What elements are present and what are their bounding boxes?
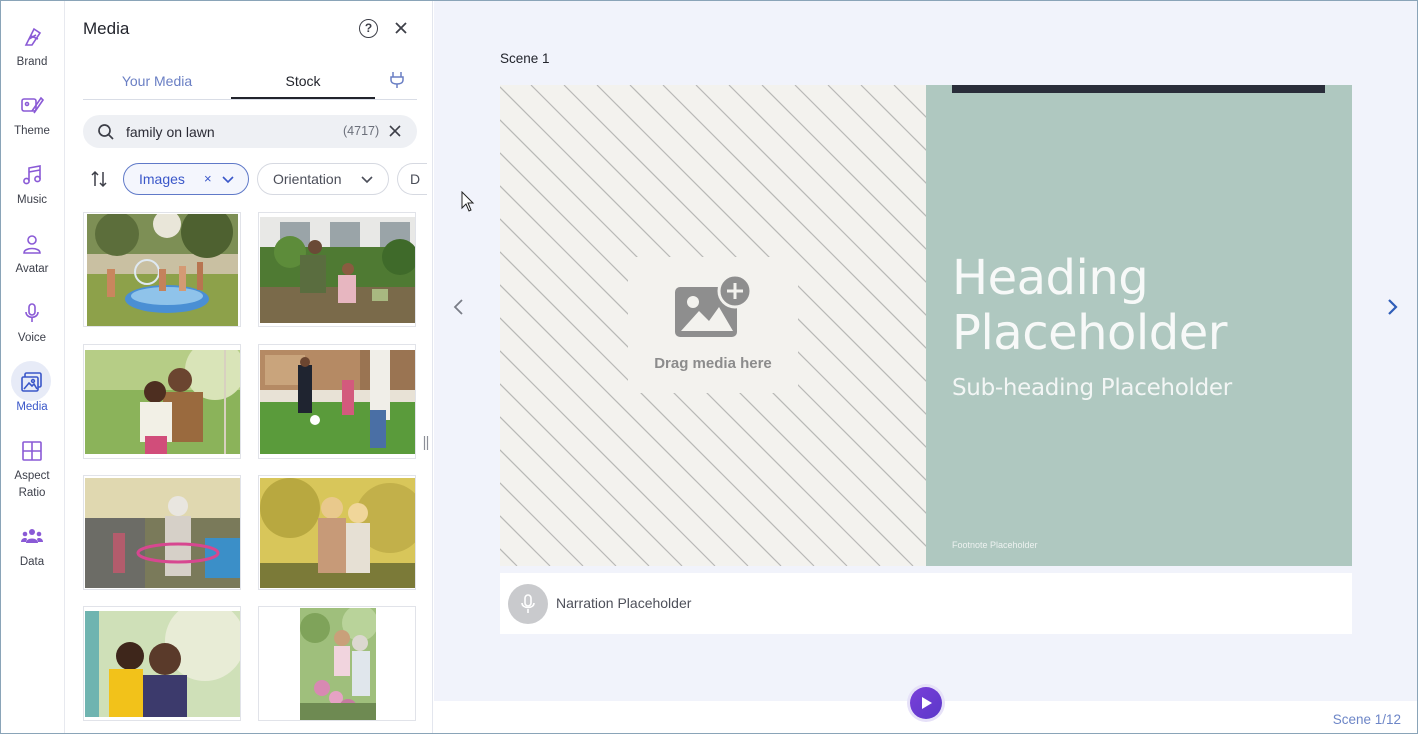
add-image-icon	[675, 275, 751, 337]
rail-item-media[interactable]: Media	[1, 361, 63, 430]
narration-text: Narration Placeholder	[556, 595, 692, 611]
stock-image-result[interactable]	[83, 212, 241, 327]
search-icon	[98, 124, 114, 140]
avatar-icon	[23, 235, 41, 254]
chevron-down-icon	[222, 176, 234, 184]
heading-line-2: Placeholder	[952, 305, 1227, 361]
sort-icon[interactable]	[90, 170, 108, 188]
photo-grandmother-kiss	[85, 611, 240, 717]
stock-image-result[interactable]	[258, 212, 416, 327]
search-box: (4717)	[83, 115, 417, 148]
panel-title: Media	[83, 19, 130, 38]
rail-label-avatar: Avatar	[15, 263, 49, 275]
media-icon	[21, 372, 42, 392]
scene-counter: Scene 1/12	[1332, 712, 1401, 727]
help-icon[interactable]: ?	[359, 19, 378, 38]
filter-orientation-label: Orientation	[273, 171, 342, 187]
search-input[interactable]	[126, 121, 336, 143]
rail-item-aspect-ratio[interactable]: Aspect Ratio	[1, 439, 63, 499]
chevron-down-icon	[361, 176, 373, 184]
timeline-bar: Scene 1/12	[434, 687, 1417, 733]
rail-item-voice[interactable]: Voice	[1, 301, 63, 361]
tab-stock[interactable]: Stock	[231, 73, 375, 89]
rail-label-music: Music	[16, 194, 48, 206]
subheading-placeholder[interactable]: Sub-heading Placeholder	[952, 375, 1232, 401]
photo-mother-daughter-swing	[85, 350, 240, 454]
photo-family-garden	[260, 217, 415, 323]
aspect-ratio-icon	[22, 441, 42, 461]
heading-line-1: Heading	[952, 250, 1149, 306]
left-rail: Brand Theme Music Avatar Voice Media Asp…	[1, 1, 65, 733]
scene-slide[interactable]: Drag media here Heading Placeholder Sub-…	[500, 85, 1352, 566]
drop-media-text: Drag media here	[654, 355, 772, 372]
remove-filter-icon[interactable]: ×	[204, 164, 212, 194]
filter-chip-orientation[interactable]: Orientation	[257, 163, 389, 195]
microphone-icon	[25, 303, 39, 322]
editor-canvas: Scene 1 Drag media here Heading Placehol…	[434, 1, 1417, 701]
rail-label-data: Data	[19, 556, 45, 568]
music-icon	[23, 165, 41, 185]
tab-your-media[interactable]: Your Media	[83, 73, 231, 89]
footnote-placeholder[interactable]: Footnote Placeholder	[952, 540, 1038, 550]
panel-resize-handle[interactable]	[423, 436, 429, 450]
theme-icon	[21, 96, 44, 114]
result-count: (4717)	[343, 124, 380, 138]
stock-image-result[interactable]	[83, 606, 241, 721]
drop-media-zone[interactable]: Drag media here	[628, 257, 798, 393]
rail-item-music[interactable]: Music	[1, 163, 63, 223]
mouse-cursor-icon	[461, 191, 475, 212]
clear-search-icon[interactable]	[388, 124, 402, 138]
heading-placeholder[interactable]: Heading Placeholder	[952, 251, 1227, 361]
photo-family-pool	[87, 214, 238, 326]
filter-more-label: D	[410, 171, 421, 187]
photo-mother-daughter-hug	[260, 478, 415, 588]
narration-mic-button[interactable]	[508, 584, 548, 624]
filter-images-label: Images	[139, 171, 185, 187]
rail-item-avatar[interactable]: Avatar	[1, 232, 63, 292]
photo-family-soccer	[260, 350, 415, 454]
rail-label-brand: Brand	[16, 56, 48, 68]
slide-accent-bar	[952, 85, 1325, 93]
rail-item-data[interactable]: Data	[1, 525, 63, 585]
data-icon	[21, 529, 43, 543]
media-tabs: Your Media Stock	[83, 63, 417, 100]
narration-bar[interactable]: Narration Placeholder	[500, 573, 1352, 634]
stock-image-result[interactable]	[258, 475, 416, 590]
filter-chip-images[interactable]: Images ×	[123, 163, 249, 195]
stock-image-result[interactable]	[83, 475, 241, 590]
scene-title: Scene 1	[500, 51, 550, 66]
rail-label-voice: Voice	[17, 332, 47, 344]
stock-image-result[interactable]	[258, 606, 416, 721]
active-tab-underline	[231, 97, 375, 99]
photo-grandmother-garden-flowers	[300, 608, 376, 720]
filter-chip-more[interactable]: D	[397, 163, 427, 195]
rail-label-theme: Theme	[14, 125, 50, 137]
previous-scene-arrow[interactable]	[452, 298, 466, 316]
rail-item-brand[interactable]: Brand	[1, 25, 63, 85]
plug-icon[interactable]	[389, 71, 405, 89]
rail-item-theme[interactable]: Theme	[1, 94, 63, 154]
close-icon[interactable]	[392, 19, 410, 37]
next-scene-arrow[interactable]	[1385, 298, 1399, 316]
rail-label-aspect-ratio: Aspect Ratio	[14, 470, 50, 499]
stock-image-result[interactable]	[258, 344, 416, 459]
brand-icon	[24, 27, 42, 46]
text-panel: Heading Placeholder Sub-heading Placehol…	[926, 85, 1352, 566]
rail-label-media: Media	[16, 401, 48, 413]
media-panel: Media ? Your Media Stock (4717) Images ×…	[66, 1, 433, 733]
stock-image-result[interactable]	[83, 344, 241, 459]
play-button[interactable]	[910, 687, 942, 719]
photo-grandmother-hula-hoop	[85, 478, 240, 588]
play-icon	[922, 697, 932, 709]
microphone-icon	[521, 594, 535, 613]
